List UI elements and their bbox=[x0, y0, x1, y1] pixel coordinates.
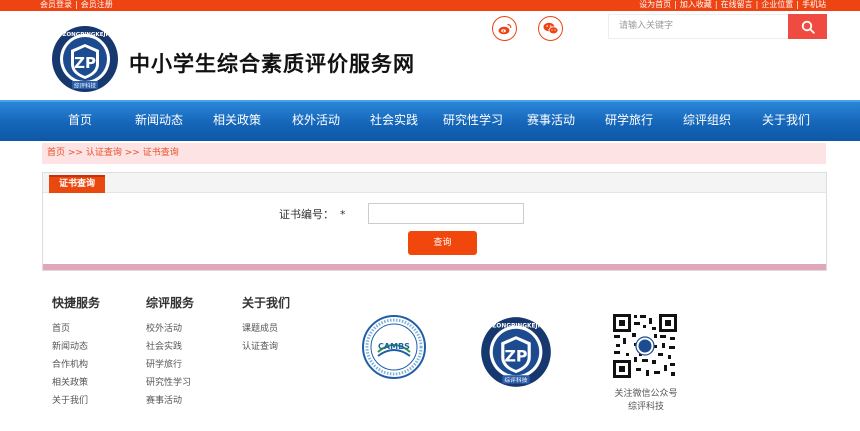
top-bar: 会员登录 | 会员注册 设为首页 | 加入收藏 | 在线留言 | 企业位置 | 手机站 bbox=[0, 0, 860, 11]
add-favorite-link[interactable]: 加入收藏 bbox=[680, 0, 712, 9]
wechat-icon bbox=[543, 22, 558, 35]
breadcrumb-separator: >> bbox=[124, 148, 140, 158]
certificate-query-panel: 证书查询 证书编号： * 查询 bbox=[42, 172, 827, 271]
nav-item-organization[interactable]: 综评组织 bbox=[682, 102, 732, 141]
footer-col-quick-services: 快捷服务 首页 新闻动态 合作机构 相关政策 关于我们 bbox=[52, 294, 100, 410]
search-button[interactable] bbox=[788, 14, 827, 39]
nav-item-home[interactable]: 首页 bbox=[60, 102, 100, 141]
footer-col-evaluation-services: 综评服务 校外活动 社会实践 研学旅行 研究性学习 赛事活动 bbox=[146, 294, 194, 410]
tab-certificate-query[interactable]: 证书查询 bbox=[49, 175, 105, 193]
cambs-seal: CAMBS bbox=[361, 314, 427, 383]
nav-item-study-travel[interactable]: 研学旅行 bbox=[604, 102, 654, 141]
site-logo[interactable]: ZP ZONGPINGKEJI 综评科技 bbox=[50, 23, 120, 95]
breadcrumb-verification[interactable]: 认证查询 bbox=[86, 148, 122, 158]
footer-link[interactable]: 赛事活动 bbox=[146, 392, 194, 410]
logo-emblem-icon: ZP ZONGPINGKEJI 综评科技 bbox=[52, 26, 118, 92]
main-nav: 首页 新闻动态 相关政策 校外活动 社会实践 研究性学习 赛事活动 研学旅行 综… bbox=[0, 100, 860, 141]
nav-item-policy[interactable]: 相关政策 bbox=[212, 102, 262, 141]
separator: | bbox=[796, 0, 799, 9]
footer-logo-ring-text: ZONGPINGKEJI bbox=[492, 324, 540, 330]
nav-item-about[interactable]: 关于我们 bbox=[761, 102, 811, 141]
separator: | bbox=[75, 0, 78, 9]
footer-link[interactable]: 研学旅行 bbox=[146, 356, 194, 374]
weibo-icon bbox=[498, 23, 511, 34]
footer-link[interactable]: 研究性学习 bbox=[146, 374, 194, 392]
separator: | bbox=[714, 0, 718, 9]
footer-col-title: 快捷服务 bbox=[52, 296, 101, 310]
footer-col-about: 关于我们 课题成员 认证查询 bbox=[242, 294, 290, 356]
footer-link[interactable]: 首页 bbox=[52, 320, 100, 338]
member-login-link[interactable]: 会员登录 bbox=[40, 0, 72, 9]
footer-logo-letters: ZP bbox=[504, 347, 527, 366]
logo-bottom-text: 综评科技 bbox=[74, 82, 97, 90]
nav-item-research-study[interactable]: 研究性学习 bbox=[442, 102, 504, 141]
qr-caption-line1: 关注微信公众号 bbox=[614, 389, 678, 399]
footer-link[interactable]: 校外活动 bbox=[146, 320, 194, 338]
qr-code-icon bbox=[612, 313, 678, 379]
site-title: 中小学生综合素质评价服务网 bbox=[129, 51, 415, 76]
nav-item-news[interactable]: 新闻动态 bbox=[134, 102, 184, 141]
footer-link[interactable]: 相关政策 bbox=[52, 374, 100, 392]
breadcrumb-current: 证书查询 bbox=[142, 148, 179, 158]
top-bar-left: 会员登录 | 会员注册 bbox=[40, 0, 113, 10]
company-location-link[interactable]: 企业位置 bbox=[761, 0, 793, 9]
cambs-seal-text: CAMBS bbox=[378, 342, 410, 351]
logo-ring-text: ZONGPINGKEJI bbox=[62, 32, 107, 38]
set-homepage-link[interactable]: 设为首页 bbox=[639, 0, 671, 9]
header: ZP ZONGPINGKEJI 综评科技 中小学生综合素质评价服务网 请输入关键… bbox=[0, 11, 860, 100]
required-mark: * bbox=[340, 208, 346, 221]
nav-item-outdoor-activity[interactable]: 校外活动 bbox=[291, 102, 341, 141]
footer-logo-bottom-text: 综评科技 bbox=[504, 376, 527, 384]
certificate-number-input[interactable] bbox=[368, 203, 524, 224]
cambs-seal-icon: CAMBS bbox=[362, 315, 426, 379]
search-box: 请输入关键字 bbox=[608, 14, 827, 39]
query-button[interactable]: 查询 bbox=[408, 231, 477, 255]
footer-link[interactable]: 课题成员 bbox=[242, 320, 290, 338]
footer: 快捷服务 首页 新闻动态 合作机构 相关政策 关于我们 综评服务 校外活动 社会… bbox=[0, 277, 860, 431]
footer-col-title: 关于我们 bbox=[242, 296, 291, 310]
footer-link[interactable]: 新闻动态 bbox=[52, 338, 100, 356]
certificate-number-label: 证书编号： bbox=[279, 208, 334, 221]
qr-caption: 关注微信公众号 综评科技 bbox=[598, 388, 694, 414]
qr-caption-line2: 综评科技 bbox=[627, 402, 664, 412]
separator: | bbox=[674, 0, 677, 9]
online-message-link[interactable]: 在线留言 bbox=[721, 0, 753, 9]
nav-item-social-practice[interactable]: 社会实践 bbox=[369, 102, 419, 141]
footer-link[interactable]: 社会实践 bbox=[146, 338, 194, 356]
footer-link[interactable]: 关于我们 bbox=[52, 392, 100, 410]
footer-link[interactable]: 认证查询 bbox=[242, 338, 290, 356]
wechat-button[interactable] bbox=[538, 16, 563, 41]
footer-link[interactable]: 合作机构 bbox=[52, 356, 100, 374]
mobile-site-link[interactable]: 手机站 bbox=[802, 0, 826, 9]
search-icon bbox=[801, 20, 815, 34]
separator: | bbox=[755, 0, 759, 9]
wechat-qr-code bbox=[612, 313, 678, 379]
footer-logo-emblem-icon: ZP ZONGPINGKEJI 综评科技 bbox=[481, 317, 551, 387]
member-register-link[interactable]: 会员注册 bbox=[81, 0, 113, 9]
breadcrumb: 首页 >> 认证查询 >> 证书查询 bbox=[42, 143, 826, 164]
breadcrumb-separator: >> bbox=[67, 148, 83, 158]
nav-item-competitions[interactable]: 赛事活动 bbox=[526, 102, 576, 141]
top-bar-right: 设为首页 | 加入收藏 | 在线留言 | 企业位置 | 手机站 bbox=[639, 0, 826, 10]
panel-bottom-bar bbox=[43, 264, 826, 270]
footer-col-title: 综评服务 bbox=[146, 296, 195, 310]
logo-letters: ZP bbox=[74, 54, 96, 72]
breadcrumb-home[interactable]: 首页 bbox=[47, 148, 65, 158]
panel-header: 证书查询 bbox=[43, 173, 826, 193]
footer-logo: ZP ZONGPINGKEJI 综评科技 bbox=[479, 314, 553, 393]
search-input[interactable]: 请输入关键字 bbox=[608, 14, 788, 39]
weibo-button[interactable] bbox=[492, 16, 517, 41]
